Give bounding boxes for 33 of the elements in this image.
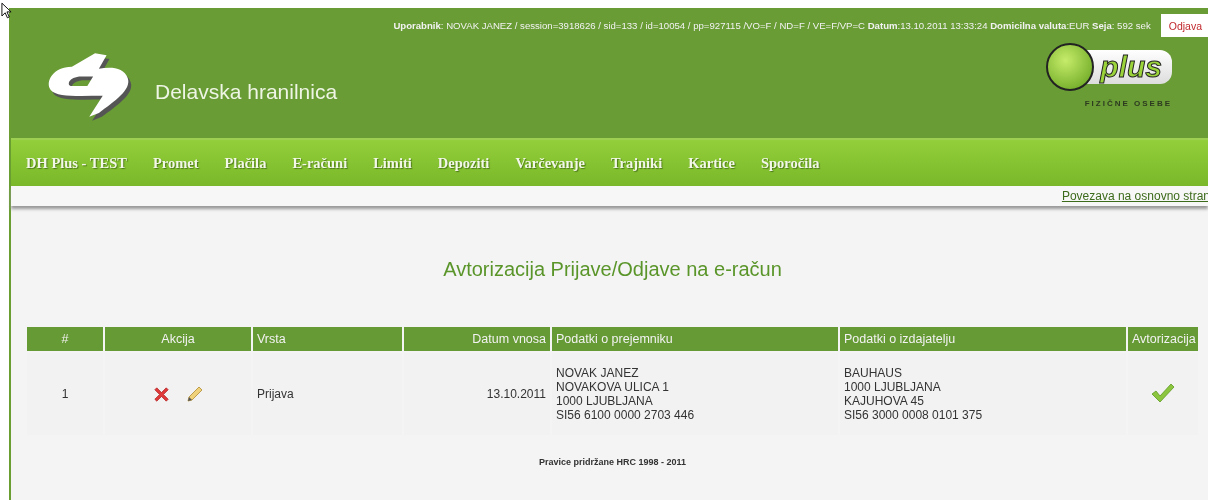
issuer-line: SI56 3000 0008 0101 375 xyxy=(844,408,984,422)
column-header: Vrsta xyxy=(253,327,402,351)
plus-logo: plus FIZIČNE OSEBE xyxy=(1046,39,1172,108)
recipient-line: NOVAK JANEZ xyxy=(556,366,640,380)
issuer-line: 1000 LJUBLJANA xyxy=(844,380,942,394)
menu-item[interactable]: Promet xyxy=(141,154,210,172)
menu-item[interactable]: Depoziti xyxy=(426,154,501,172)
column-header: Akcija xyxy=(105,327,251,351)
edit-pencil-icon[interactable] xyxy=(184,384,205,404)
column-header: Datum vnosa xyxy=(404,327,550,351)
menu-item[interactable]: Varčevanje xyxy=(504,154,596,172)
logout-button[interactable]: Odjava xyxy=(1160,14,1208,37)
copyright-text: Pravice pridržane HRC 1998 - 2011 xyxy=(537,457,688,467)
recipient-line: SI56 6100 0000 2703 446 xyxy=(556,408,696,422)
column-header: Avtorizacija xyxy=(1128,327,1198,351)
recipient-line: NOVAKOVA ULICA 1 xyxy=(556,380,670,394)
issuer-line: BAUHAUS xyxy=(844,366,903,380)
menu-item[interactable]: Limiti xyxy=(362,154,423,172)
menu-item[interactable]: DH Plus - TEST xyxy=(15,154,138,172)
column-header: Podatki o prejemniku xyxy=(552,327,838,351)
bank-name: Delavska hranilnica xyxy=(155,80,338,104)
menu-item[interactable]: E-računi xyxy=(281,154,359,172)
delete-icon[interactable] xyxy=(151,384,171,404)
menu-item[interactable]: Plačila xyxy=(213,154,278,172)
menu-item[interactable]: Kartice xyxy=(677,154,746,172)
column-header: Podatki o izdajatelju xyxy=(840,327,1126,351)
menu-item[interactable]: Trajniki xyxy=(599,154,674,172)
recipient-line: 1000 LJUBLJANA xyxy=(556,394,654,408)
page-title: Avtorizacija Prijave/Odjave na e-račun xyxy=(442,258,783,281)
column-header: # xyxy=(27,327,103,351)
issuer-line: KAJUHOVA 45 xyxy=(844,394,925,408)
menu-item[interactable]: Sporočila xyxy=(749,154,831,172)
session-info: Uporabnik: NOVAK JANEZ / session=3918626 / sid=133 / id=10054 / pp=927115 /VO=F / ND=F / VE=F/VP=C Datum:13.10.2011 13:33:24 Domicilna valuta:EUR Seja: 592 sek xyxy=(393,20,1151,31)
